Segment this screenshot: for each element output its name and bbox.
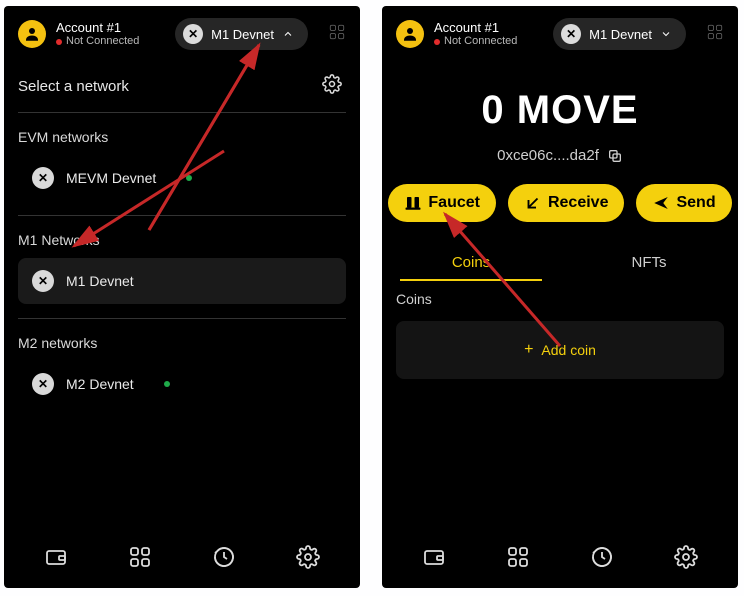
network-item-m1[interactable]: ✕ M1 Devnet: [18, 258, 346, 304]
network-name: M1 Devnet: [66, 273, 134, 289]
bottom-nav: [382, 529, 738, 588]
tab-label: Coins: [452, 254, 490, 271]
nav-wallet[interactable]: [422, 545, 446, 574]
faucet-button[interactable]: Faucet: [388, 184, 496, 222]
account-name: Account #1: [434, 20, 517, 36]
network-icon: ✕: [32, 373, 54, 395]
avatar[interactable]: [396, 20, 424, 48]
coins-header: Coins: [382, 281, 738, 313]
apps-icon: [506, 545, 530, 569]
nav-history[interactable]: [590, 545, 614, 574]
nav-wallet[interactable]: [44, 545, 68, 574]
network-icon: ✕: [183, 24, 203, 44]
network-selector[interactable]: ✕ M1 Devnet: [553, 18, 686, 50]
gear-icon: [322, 74, 342, 94]
network-item-m2[interactable]: ✕ M2 Devnet: [18, 361, 346, 407]
button-label: Faucet: [428, 194, 480, 212]
balance: 0 MOVE: [382, 88, 738, 133]
action-buttons: Faucet Receive Send: [382, 184, 738, 222]
receive-button[interactable]: Receive: [508, 184, 625, 222]
apps-icon[interactable]: [706, 23, 724, 46]
network-icon: ✕: [561, 24, 581, 44]
header: Account #1 Not Connected ✕ M1 Devnet: [382, 6, 738, 60]
avatar[interactable]: [18, 20, 46, 48]
account-status: Not Connected: [56, 35, 139, 48]
network-item-mevm[interactable]: ✕ MEVM Devnet: [18, 155, 346, 201]
nav-history[interactable]: [212, 545, 236, 574]
network-icon: ✕: [32, 270, 54, 292]
tab-coins[interactable]: Coins: [382, 244, 560, 281]
status-text: Not Connected: [444, 35, 517, 48]
header: Account #1 Not Connected ✕ M1 Devnet: [4, 6, 360, 60]
tabs: Coins NFTs: [382, 244, 738, 281]
tab-nfts[interactable]: NFTs: [560, 244, 738, 281]
send-icon: [652, 194, 670, 212]
nav-settings[interactable]: [296, 545, 320, 574]
select-network-row: Select a network: [4, 60, 360, 112]
network-label: M1 Devnet: [211, 27, 274, 42]
status-dot-icon: [164, 381, 170, 387]
bottom-nav: [4, 529, 360, 588]
network-name: MEVM Devnet: [66, 170, 156, 186]
history-icon: [212, 545, 236, 569]
apps-icon: [128, 545, 152, 569]
select-network-title: Select a network: [18, 78, 129, 95]
chevron-up-icon: [282, 28, 294, 40]
apps-icon[interactable]: [328, 23, 346, 46]
receive-icon: [524, 194, 542, 212]
status-text: Not Connected: [66, 35, 139, 48]
nav-apps[interactable]: [506, 545, 530, 574]
network-selector[interactable]: ✕ M1 Devnet: [175, 18, 308, 50]
address-text: 0xce06c....da2f: [497, 147, 599, 164]
button-label: Send: [676, 194, 715, 212]
wallet-icon: [44, 545, 68, 569]
nav-apps[interactable]: [128, 545, 152, 574]
chevron-down-icon: [660, 28, 672, 40]
history-icon: [590, 545, 614, 569]
section-m1-label: M1 Networks: [4, 216, 360, 258]
phone-left: Account #1 Not Connected ✕ M1 Devnet Sel…: [4, 6, 360, 588]
network-label: M1 Devnet: [589, 27, 652, 42]
status-dot-icon: [56, 39, 62, 45]
gear-icon: [674, 545, 698, 569]
section-evm-label: EVM networks: [4, 113, 360, 155]
tab-label: NFTs: [632, 254, 667, 271]
add-coin-label: Add coin: [541, 342, 595, 358]
status-dot-icon: [186, 175, 192, 181]
phone-right: Account #1 Not Connected ✕ M1 Devnet 0 M…: [382, 6, 738, 588]
account-info: Account #1 Not Connected: [434, 20, 517, 49]
network-icon: ✕: [32, 167, 54, 189]
account-status: Not Connected: [434, 35, 517, 48]
wallet-icon: [422, 545, 446, 569]
account-info: Account #1 Not Connected: [56, 20, 139, 49]
account-name: Account #1: [56, 20, 139, 36]
faucet-icon: [404, 194, 422, 212]
status-dot-icon: [434, 39, 440, 45]
gear-icon: [296, 545, 320, 569]
button-label: Receive: [548, 194, 609, 212]
plus-icon: +: [524, 341, 533, 359]
settings-button[interactable]: [322, 74, 342, 98]
copy-icon: [607, 148, 623, 164]
add-coin-button[interactable]: + Add coin: [396, 321, 724, 379]
section-m2-label: M2 networks: [4, 319, 360, 361]
send-button[interactable]: Send: [636, 184, 731, 222]
network-name: M2 Devnet: [66, 376, 134, 392]
nav-settings[interactable]: [674, 545, 698, 574]
address-row[interactable]: 0xce06c....da2f: [382, 147, 738, 164]
